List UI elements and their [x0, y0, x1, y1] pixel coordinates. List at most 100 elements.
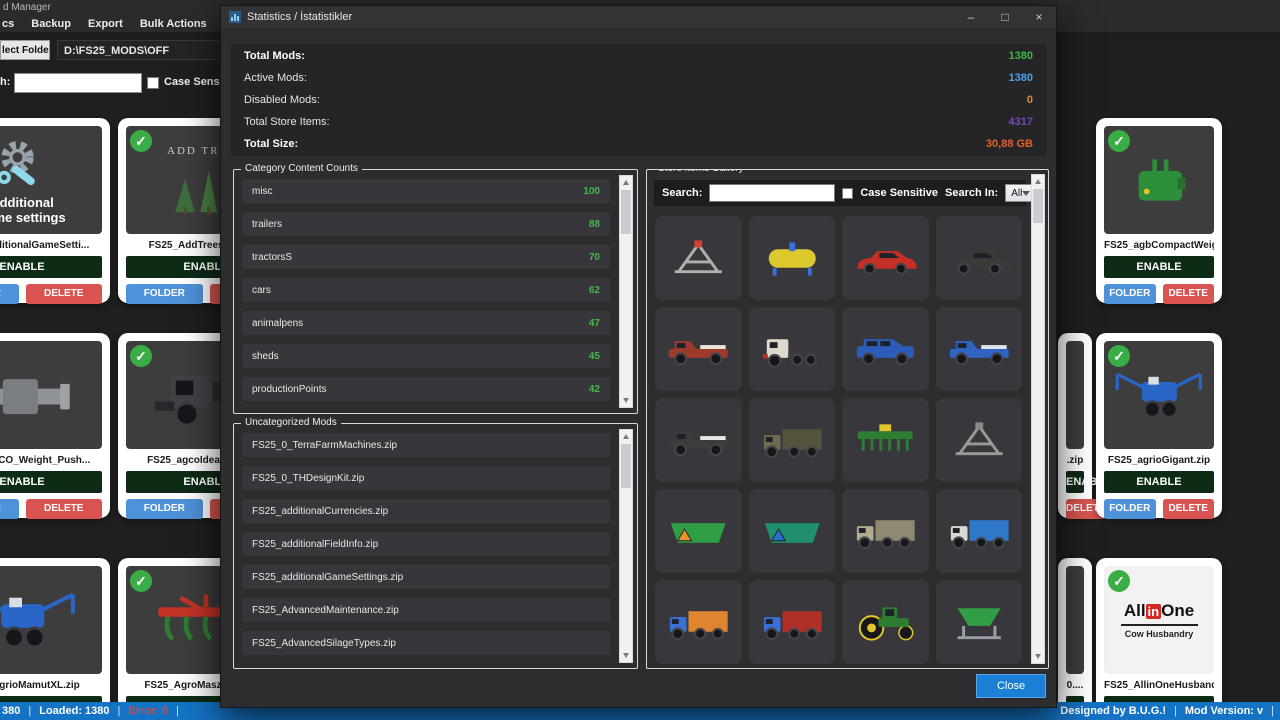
- uncategorized-mod-row[interactable]: FS25_AdvancedSilageTypes.zip: [242, 631, 610, 655]
- category-row[interactable]: misc100: [242, 179, 610, 203]
- mod-card: ✓FS25_agrioMamutXL.zipENABLEFOLDERDELETE: [0, 558, 110, 720]
- uncategorized-mod-row[interactable]: FS25_additionalGameSettings.zip: [242, 565, 610, 589]
- enable-button[interactable]: ENABLE: [1104, 471, 1214, 493]
- scroll-thumb[interactable]: [621, 190, 631, 234]
- mod-card: ✓FS25_AGCO_Weight_Push...ENABLEFOLDERDEL…: [0, 333, 110, 518]
- close-button[interactable]: Close: [976, 674, 1046, 698]
- category-name: misc: [252, 186, 273, 197]
- folder-button[interactable]: FOLDER: [1104, 284, 1156, 304]
- store-item-red-white-pickup[interactable]: [655, 307, 742, 391]
- store-item-blue-orange-flatbed-truck[interactable]: [655, 580, 742, 664]
- store-item-green-bin-orange-marker[interactable]: [655, 489, 742, 573]
- store-item-military-truck[interactable]: [749, 398, 836, 482]
- store-item-gray-cultivator-frame[interactable]: [936, 398, 1023, 482]
- uncategorized-mod-row[interactable]: FS25_0_THDesignKit.zip: [242, 466, 610, 490]
- status-segment: Designed by B.U.G.!: [1060, 705, 1166, 717]
- scrollbar[interactable]: [619, 175, 633, 408]
- store-item-surveyor-frame[interactable]: [655, 216, 742, 300]
- case-sensitive-checkbox[interactable]: [147, 77, 159, 89]
- delete-button[interactable]: DELETE: [1163, 284, 1215, 304]
- folder-button[interactable]: FOLDER: [0, 284, 19, 304]
- store-item-white-semi-truck[interactable]: [749, 307, 836, 391]
- stat-value: 4317: [1009, 116, 1033, 128]
- store-item-black-white-pickup[interactable]: [655, 398, 742, 482]
- menu-item-bulk-actions[interactable]: Bulk Actions: [140, 18, 207, 30]
- store-item-white-blue-dump-truck[interactable]: [936, 489, 1023, 573]
- mod-card: 0....ENABLEDELETE: [1058, 558, 1092, 720]
- store-item-blue-suv[interactable]: [842, 307, 929, 391]
- folder-button[interactable]: FOLDER: [1104, 499, 1156, 519]
- statistics-dialog: Statistics / İstatistikler – □ × Total M…: [220, 5, 1057, 708]
- status-divider: |: [1271, 705, 1274, 717]
- enable-button[interactable]: ENABLE: [1066, 471, 1084, 493]
- scroll-down-arrow[interactable]: [1032, 650, 1044, 663]
- store-item-yellow-tank-sprayer[interactable]: [749, 216, 836, 300]
- store-item-tan-truck[interactable]: [842, 489, 929, 573]
- category-row[interactable]: trailers88: [242, 212, 610, 236]
- statistics-icon: [229, 11, 241, 23]
- gallery-search-bar: Search: Case Sensitive Search In: All: [654, 180, 1026, 206]
- scrollbar[interactable]: [1031, 174, 1045, 664]
- scroll-up-arrow[interactable]: [1032, 175, 1044, 188]
- gallery-search-input[interactable]: [709, 184, 835, 202]
- enable-button[interactable]: ENABLE: [0, 256, 102, 278]
- close-window-button[interactable]: ×: [1022, 6, 1056, 28]
- folder-button[interactable]: FOLDER: [126, 284, 203, 304]
- scroll-thumb[interactable]: [621, 444, 631, 488]
- uncategorized-mod-row[interactable]: FS25_0_TerraFarmMachines.zip: [242, 433, 610, 457]
- scrollbar[interactable]: [619, 429, 633, 663]
- store-item-red-classic-car[interactable]: [842, 216, 929, 300]
- scroll-down-arrow[interactable]: [620, 649, 632, 662]
- minimize-button[interactable]: –: [954, 6, 988, 28]
- select-folder-button[interactable]: lect Folder: [0, 40, 50, 60]
- gallery-case-sensitive-label: Case Sensitive: [860, 187, 938, 199]
- mod-zip-name: FS25_additionalFieldInfo.zip: [252, 539, 378, 550]
- delete-button[interactable]: DELETE: [26, 284, 103, 304]
- scroll-up-arrow[interactable]: [620, 430, 632, 443]
- maximize-button[interactable]: □: [988, 6, 1022, 28]
- menu-item-export[interactable]: Export: [88, 18, 123, 30]
- store-item-green-seeder[interactable]: [842, 398, 929, 482]
- delete-button[interactable]: DELETE: [1163, 499, 1215, 519]
- search-input[interactable]: [14, 73, 142, 93]
- mod-zip-name: FS25_0_TerraFarmMachines.zip: [252, 440, 397, 451]
- scroll-up-arrow[interactable]: [620, 176, 632, 189]
- category-count: 42: [589, 384, 600, 395]
- category-name: trailers: [252, 219, 282, 230]
- category-row[interactable]: cars62: [242, 278, 610, 302]
- gallery-grid: [655, 216, 1022, 669]
- uncategorized-mod-row[interactable]: FS25_AdvancedMaintenance.zip: [242, 598, 610, 622]
- delete-button[interactable]: DELETE: [26, 499, 103, 519]
- store-item-green-tractor[interactable]: [842, 580, 929, 664]
- scroll-thumb[interactable]: [1033, 189, 1043, 223]
- scroll-down-arrow[interactable]: [620, 394, 632, 407]
- menu-item-cs[interactable]: cs: [2, 18, 14, 30]
- uncategorized-mod-row[interactable]: FS25_additionalFieldInfo.zip: [242, 532, 610, 556]
- status-divider: |: [176, 705, 179, 717]
- stat-label: Disabled Mods:: [244, 94, 320, 106]
- category-row[interactable]: sheds45: [242, 344, 610, 368]
- store-item-black-classic-car[interactable]: [936, 216, 1023, 300]
- status-segment: Loaded: 1380: [39, 705, 109, 717]
- enable-button[interactable]: ENABLE: [1104, 256, 1214, 278]
- folder-button[interactable]: FOLDER: [0, 499, 19, 519]
- gallery-case-sensitive-checkbox[interactable]: [842, 188, 853, 199]
- store-item-teal-bin[interactable]: [749, 489, 836, 573]
- mod-thumbnail: [0, 566, 102, 674]
- stats-summary-panel: Total Mods:1380Active Mods:1380Disabled …: [231, 44, 1046, 156]
- category-row[interactable]: tractorsS70: [242, 245, 610, 269]
- card-button-row: FOLDER DELETE: [0, 284, 102, 304]
- store-item-blue-pickup[interactable]: [936, 307, 1023, 391]
- store-item-blue-log-truck[interactable]: [749, 580, 836, 664]
- status-left: 380|Loaded: 1380|Error: 0|: [2, 705, 179, 717]
- store-items-gallery-box: Store Items Gallery Search: Case Sensiti…: [646, 169, 1049, 669]
- uncategorized-mod-row[interactable]: FS25_additionalCurrencies.zip: [242, 499, 610, 523]
- mod-zip-name: FS25_AdvancedMaintenance.zip: [252, 605, 399, 616]
- enabled-check-icon: ✓: [1108, 345, 1130, 367]
- enable-button[interactable]: ENABLE: [0, 471, 102, 493]
- store-item-green-hopper[interactable]: [936, 580, 1023, 664]
- category-row[interactable]: animalpens47: [242, 311, 610, 335]
- folder-button[interactable]: FOLDER: [126, 499, 203, 519]
- category-row[interactable]: productionPoints42: [242, 377, 610, 401]
- menu-item-backup[interactable]: Backup: [31, 18, 71, 30]
